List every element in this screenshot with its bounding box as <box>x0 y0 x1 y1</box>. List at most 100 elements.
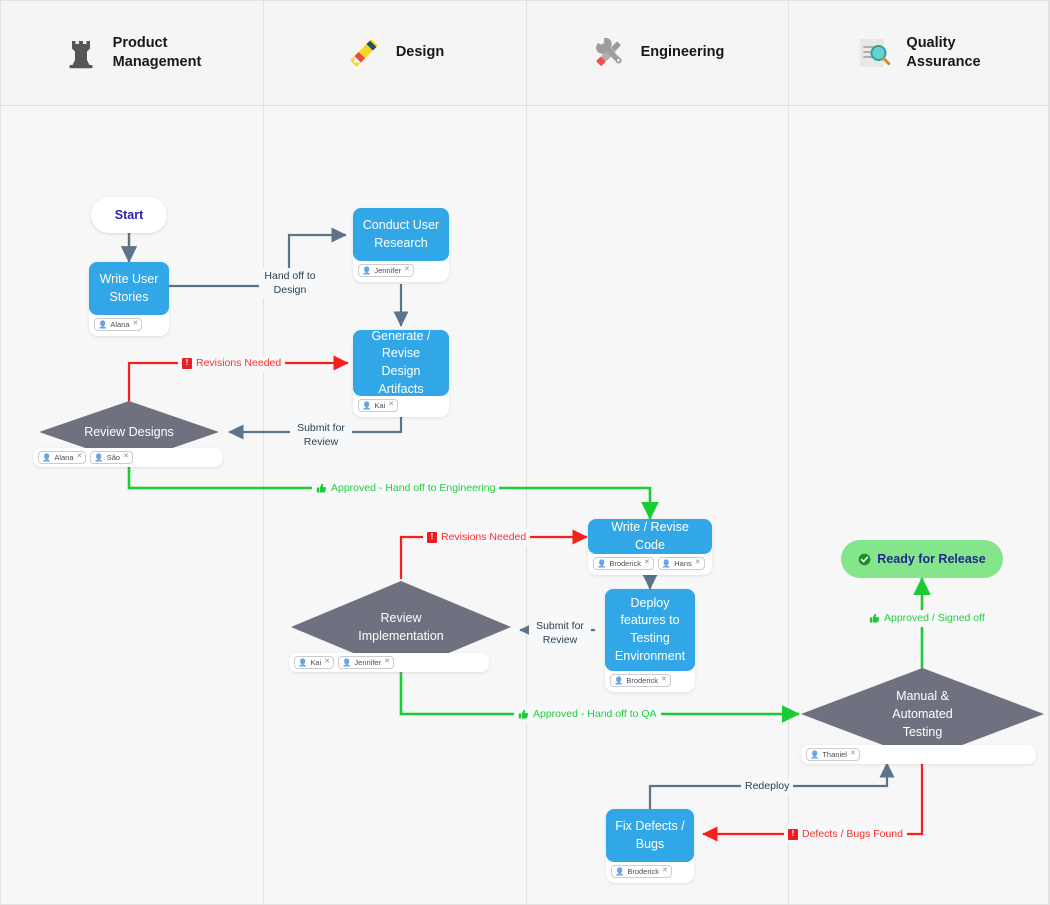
node-label-line1: Write User <box>99 271 159 286</box>
lane-header-design[interactable]: Design <box>264 1 527 106</box>
edge-label-line1: Submit for <box>297 422 345 434</box>
assignee-chip[interactable]: 👤 Alana ✕ <box>94 318 143 332</box>
assignee-chip[interactable]: 👤 Broderick ✕ <box>593 557 654 571</box>
assignee-name: Kai <box>310 658 322 667</box>
lane-header-product-management[interactable]: Product Management <box>1 1 264 106</box>
edge-label-approved-hand-off-engineering[interactable]: Approved - Hand off to Engineering <box>312 480 500 497</box>
chip-remove-icon[interactable]: ✕ <box>662 867 668 876</box>
chip-remove-icon[interactable]: ✕ <box>133 320 139 329</box>
assignee-chip[interactable]: 👤 Jennifer ✕ <box>358 264 414 278</box>
node-ready-for-release[interactable]: Ready for Release <box>841 540 1003 578</box>
node-fix-defects[interactable]: Fix Defects / Bugs 👤 Broderick ✕ <box>606 809 694 884</box>
assignee-chip[interactable]: 👤 Hans ✕ <box>657 557 705 571</box>
assignee-name: Broderick <box>627 867 660 876</box>
assignee-chip[interactable]: 👤 Broderick ✕ <box>611 865 672 879</box>
edge-label-line1: Submit for <box>536 620 584 632</box>
edge-label-text: Approved / Signed off <box>884 612 985 625</box>
lane-title-line2: Management <box>112 54 202 70</box>
assignee-chip-list: 👤 Alana ✕ <box>89 315 169 333</box>
node-label-line2: features to <box>620 613 680 628</box>
node-label-line1: Generate / <box>371 328 431 343</box>
edge-label-revisions-needed-design[interactable]: ! Revisions Needed <box>178 355 286 372</box>
assignee-chip[interactable]: 👤 Kai ✕ <box>358 399 399 413</box>
assignee-chip[interactable]: 👤 Sâo ✕ <box>90 451 133 465</box>
chip-remove-icon[interactable]: ✕ <box>695 559 701 568</box>
lane-title-engineering: Engineering <box>641 43 725 62</box>
person-icon: 👤 <box>810 750 820 759</box>
assignee-chip-list: 👤 Jennifer ✕ <box>353 261 449 279</box>
chip-remove-icon[interactable]: ✕ <box>404 266 410 275</box>
assignee-name: Hans <box>674 559 692 568</box>
assignee-chip-list: 👤 Broderick ✕ 👤 Hans ✕ <box>588 554 712 572</box>
chip-remove-icon[interactable]: ✕ <box>661 676 667 685</box>
node-write-revise-code[interactable]: Write / Revise Code 👤 Broderick ✕ 👤 Hans… <box>588 519 712 576</box>
node-generate-design-artifacts-body[interactable]: Generate / Revise Design Artifacts <box>353 328 449 396</box>
edge-label-submit-for-review-design[interactable]: Submit for Review <box>290 420 352 451</box>
node-label-line1: Fix Defects / <box>615 818 685 833</box>
person-icon: 👤 <box>614 676 624 685</box>
assignee-name: Jennifer <box>374 266 402 275</box>
person-icon: 👤 <box>597 559 607 568</box>
assignee-chip[interactable]: 👤 Kai ✕ <box>294 656 335 670</box>
person-icon: 👤 <box>661 559 672 568</box>
lane-title-line1: Engineering <box>640 44 725 61</box>
chip-remove-icon[interactable]: ✕ <box>850 750 856 759</box>
person-icon: 👤 <box>362 401 372 410</box>
node-write-revise-code-body[interactable]: Write / Revise Code <box>588 519 712 554</box>
chip-remove-icon[interactable]: ✕ <box>324 658 330 667</box>
lane-header-quality-assurance[interactable]: Quality Assurance <box>789 1 1049 106</box>
assignee-chip[interactable]: 👤 Broderick ✕ <box>610 674 671 688</box>
chip-remove-icon[interactable]: ✕ <box>388 401 394 410</box>
node-label-line2: Revise Design <box>381 346 421 378</box>
assignee-name: Kai <box>374 401 386 410</box>
node-deploy-features-body[interactable]: Deploy features to Testing Environment <box>605 589 695 671</box>
node-conduct-user-research-body[interactable]: Conduct User Research <box>353 208 449 261</box>
assignee-chip-list: 👤 Kai ✕ <box>353 396 449 414</box>
exclamation-badge-icon: ! <box>427 532 437 543</box>
edge-label-line2: Design <box>273 284 307 297</box>
node-label-line2: Bugs <box>635 836 665 851</box>
node-deploy-features[interactable]: Deploy features to Testing Environment 👤… <box>605 589 695 693</box>
node-label: Write / Revise Code <box>611 519 689 552</box>
node-start[interactable]: Start <box>91 197 167 233</box>
assignee-name: Broderick <box>626 676 659 685</box>
node-label-line1: Deploy <box>630 595 670 610</box>
edge-label-hand-off-to-design[interactable]: Hand off to Design <box>259 268 321 299</box>
thumbs-up-icon <box>316 483 327 493</box>
edge-label-text: Defects / Bugs Found <box>802 828 903 841</box>
node-generate-design-artifacts[interactable]: Generate / Revise Design Artifacts 👤 Kai… <box>353 328 449 418</box>
person-icon: 👤 <box>42 453 52 462</box>
edge-label-revisions-needed-code[interactable]: ! Revisions Needed <box>423 529 531 546</box>
lane-title-quality-assurance: Quality Assurance <box>906 34 980 72</box>
lane-header-engineering[interactable]: Engineering <box>527 1 789 106</box>
chip-remove-icon[interactable]: ✕ <box>384 658 390 667</box>
node-conduct-user-research[interactable]: Conduct User Research 👤 Jennifer ✕ <box>353 208 449 283</box>
edge-label-submit-for-review-impl[interactable]: Submit for Review <box>529 618 591 649</box>
assignee-name: Sâo <box>106 453 121 462</box>
thumbs-up-icon <box>518 709 529 719</box>
swimlane-diagram-canvas: Product Management Design Engineering Qu… <box>0 0 1050 905</box>
chip-remove-icon[interactable]: ✕ <box>123 453 129 462</box>
node-write-user-stories-body[interactable]: Write User Stories <box>89 262 169 315</box>
assignee-name: Alana <box>110 320 130 329</box>
node-write-user-stories[interactable]: Write User Stories 👤 Alana ✕ <box>89 262 169 337</box>
edge-label-defects-bugs-found[interactable]: ! Defects / Bugs Found <box>784 826 907 843</box>
edge-label-approved-hand-off-qa[interactable]: Approved - Hand off to QA <box>514 706 661 723</box>
assignee-chip[interactable]: 👤 Thaniel ✕ <box>806 748 860 762</box>
ruler-pencil-icon <box>350 39 378 67</box>
check-circle-icon <box>858 553 871 565</box>
edge-label-redeploy[interactable]: Redeploy <box>741 778 794 795</box>
node-fix-defects-body[interactable]: Fix Defects / Bugs <box>606 809 694 862</box>
assignee-chip-list: 👤 Broderick ✕ <box>605 671 695 689</box>
person-icon: 👤 <box>94 453 104 462</box>
lane-quality-assurance <box>789 1 1049 904</box>
node-label-line3: Artifacts <box>378 381 424 396</box>
edge-label-line1: Hand off to <box>264 270 316 282</box>
exclamation-badge-icon: ! <box>788 829 798 840</box>
assignee-chip[interactable]: 👤 Alana ✕ <box>38 451 87 465</box>
thumbs-up-icon <box>869 613 880 623</box>
edge-label-approved-signed-off[interactable]: Approved / Signed off <box>865 610 989 627</box>
assignee-chip[interactable]: 👤 Jennifer ✕ <box>338 656 394 670</box>
chip-remove-icon[interactable]: ✕ <box>644 559 650 568</box>
chip-remove-icon[interactable]: ✕ <box>77 453 83 462</box>
